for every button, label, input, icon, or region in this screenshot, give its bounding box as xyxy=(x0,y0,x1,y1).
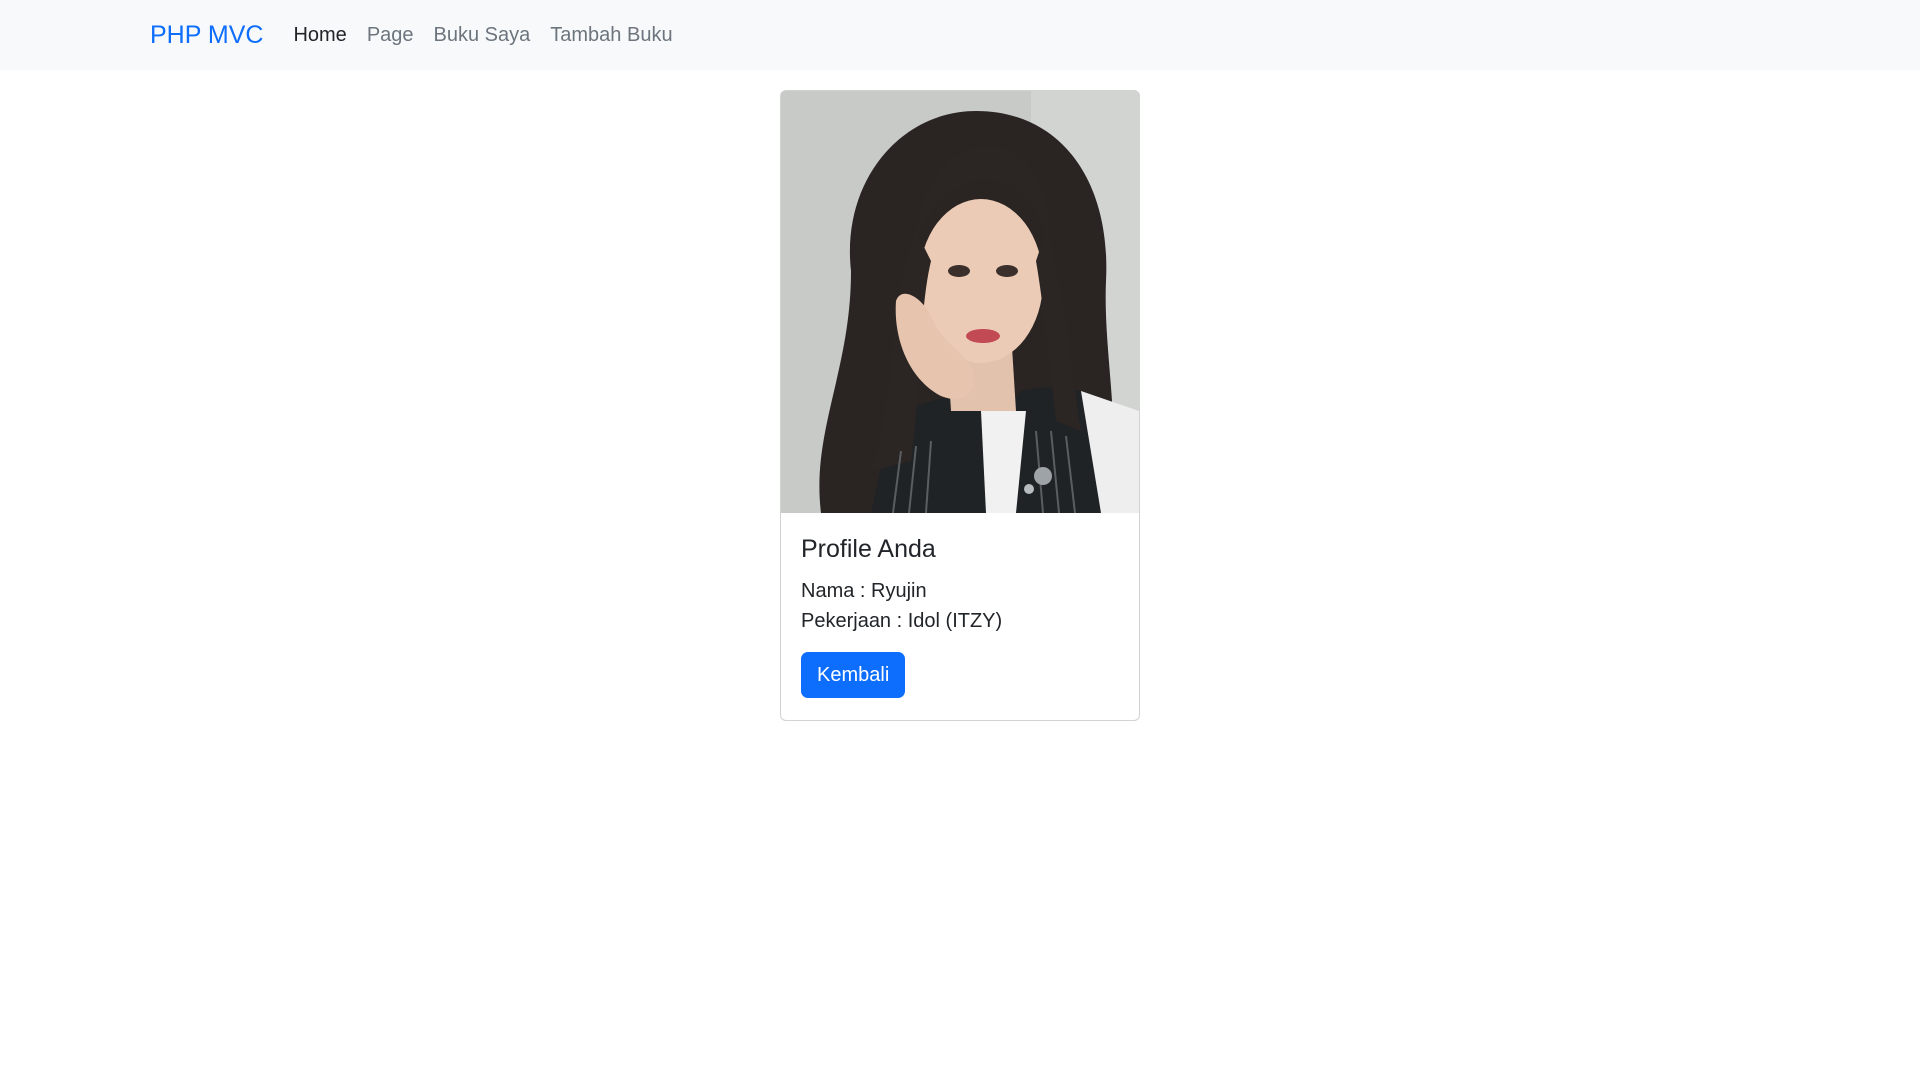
navbar: PHP MVC Home Page Buku Saya Tambah Buku xyxy=(0,0,1920,70)
nav-link-home[interactable]: Home xyxy=(293,24,346,47)
nav-link-buku-saya[interactable]: Buku Saya xyxy=(434,24,531,47)
nav-link-tambah-buku[interactable]: Tambah Buku xyxy=(550,24,672,47)
profile-job: Pekerjaan : Idol (ITZY) xyxy=(801,609,1003,632)
profile-card: Profile Anda Nama : Ryujin Pekerjaan : I… xyxy=(780,90,1140,721)
profile-name: Nama : Ryujin xyxy=(801,579,927,602)
brand-link[interactable]: PHP MVC xyxy=(150,21,263,50)
profile-photo-illustration xyxy=(781,91,1139,513)
navbar-container: PHP MVC Home Page Buku Saya Tambah Buku xyxy=(150,0,693,70)
back-button[interactable]: Kembali xyxy=(801,651,906,698)
card-body: Profile Anda Nama : Ryujin Pekerjaan : I… xyxy=(801,533,1119,698)
profile-photo xyxy=(781,91,1139,513)
card-title: Profile Anda xyxy=(801,535,936,563)
nav-link-page[interactable]: Page xyxy=(367,24,414,47)
